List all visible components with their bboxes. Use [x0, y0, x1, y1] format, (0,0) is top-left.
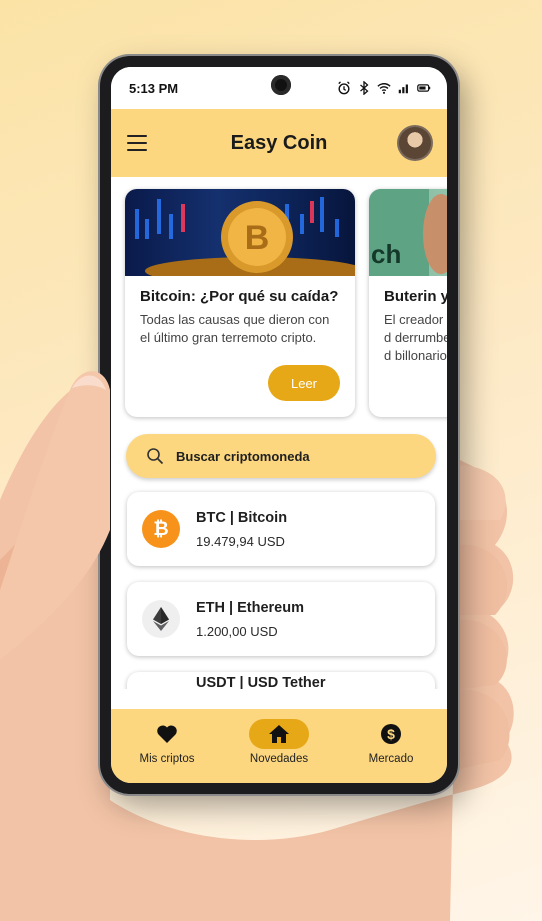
app-bar: Easy Coin [111, 109, 447, 177]
menu-icon[interactable] [127, 135, 147, 151]
search-input[interactable] [176, 448, 376, 464]
nav-label: Mercado [368, 753, 414, 765]
bluetooth-icon [360, 81, 369, 95]
news-title: Buterin y [384, 288, 447, 305]
status-icons [337, 81, 431, 95]
nav-mis-criptos[interactable]: Mis criptos [117, 719, 217, 765]
dollar-icon: $ [381, 724, 401, 744]
read-button[interactable]: Leer [268, 365, 340, 401]
news-image: B [125, 189, 355, 276]
alarm-icon [338, 81, 350, 95]
coin-name: USDT | USD Tether [196, 675, 326, 689]
main-content: B Bitcoin: ¿Por qué su caída? Todas las … [111, 177, 447, 689]
bottom-navigation: Mis criptos Novedades $ Mercado [111, 709, 447, 783]
wifi-icon [377, 83, 391, 94]
svg-text:B: B [245, 219, 270, 257]
news-text: Todas las causas que dieron con el últim… [140, 312, 330, 345]
news-card[interactable]: B Bitcoin: ¿Por qué su caída? Todas las … [125, 189, 355, 417]
coin-price: 1.200,00 USD [196, 623, 278, 639]
signal-icon [398, 84, 408, 94]
news-card[interactable]: ch Buterin y El creador d derrumbe d bil… [369, 189, 447, 417]
coin-card-btc[interactable]: ₿ BTC | Bitcoin 19.479,94 USD [127, 492, 435, 566]
news-title: Bitcoin: ¿Por qué su caída? [140, 288, 339, 305]
svg-text:₿: ₿ [153, 519, 168, 540]
nav-mercado[interactable]: $ Mercado [341, 719, 441, 765]
search-bar[interactable] [126, 434, 436, 478]
heart-icon [157, 725, 177, 743]
coin-name: ETH | Ethereum [196, 599, 304, 616]
news-text: El creador d derrumbe d billonario" [384, 312, 447, 363]
nav-label: Novedades [249, 753, 309, 765]
search-icon [147, 448, 164, 465]
svg-text:$: $ [387, 726, 395, 742]
bitcoin-icon: ₿ [142, 510, 180, 548]
news-carousel[interactable]: B Bitcoin: ¿Por qué su caída? Todas las … [125, 189, 447, 417]
coin-price: 19.479,94 USD [196, 533, 285, 549]
battery-icon [417, 84, 431, 92]
coin-card-eth[interactable]: ETH | Ethereum 1.200,00 USD [127, 582, 435, 656]
status-time: 5:13 PM [129, 80, 179, 96]
avatar[interactable] [397, 125, 433, 161]
coin-name: BTC | Bitcoin [196, 509, 288, 526]
nav-novedades[interactable]: Novedades [229, 719, 329, 765]
home-icon [269, 725, 289, 743]
app-screen: 5:13 PM Easy Coin B Bitcoin: ¿Por qué su… [111, 67, 447, 783]
front-camera [271, 75, 291, 95]
news-image: ch [369, 189, 447, 276]
svg-text:ch: ch [371, 239, 401, 269]
phone-frame: 5:13 PM Easy Coin B Bitcoin: ¿Por qué su… [100, 56, 458, 794]
coin-card-usdt[interactable]: USDT | USD Tether [127, 672, 435, 689]
thumb-illustration [0, 371, 110, 660]
nav-label: Mis criptos [139, 753, 195, 765]
ethereum-icon [142, 600, 180, 638]
